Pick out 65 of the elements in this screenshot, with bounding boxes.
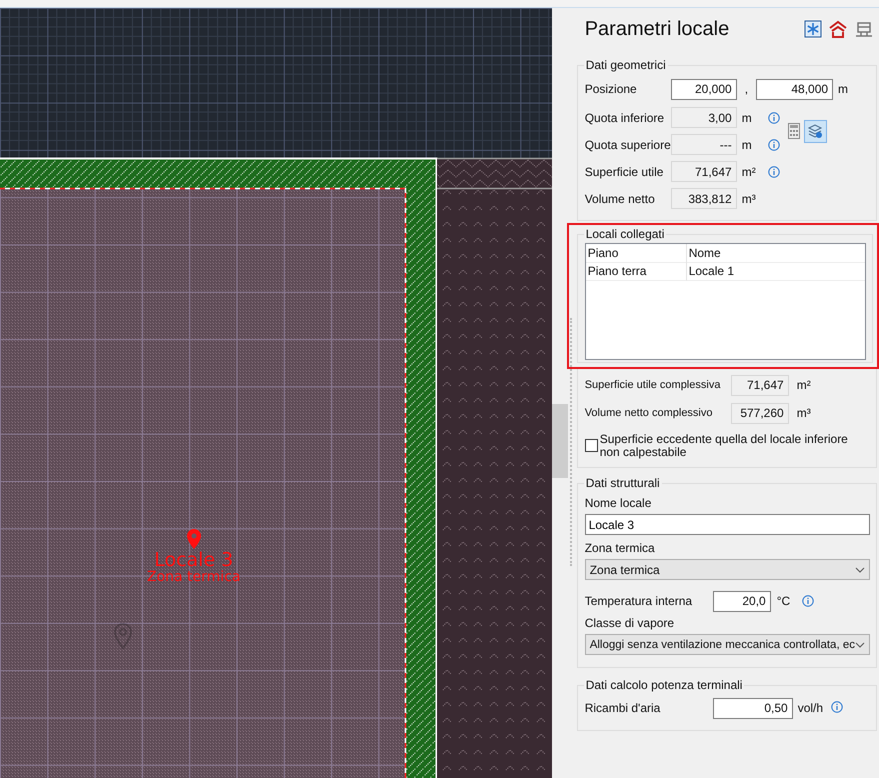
building-icon[interactable]: [854, 20, 874, 38]
unit-label: m: [742, 138, 753, 152]
unit-label: m²: [742, 164, 756, 178]
unit-label: m: [742, 110, 753, 124]
calculator-icon[interactable]: [788, 123, 800, 139]
air-changes-field[interactable]: 0,50: [712, 698, 793, 718]
room-zone: Zona termica: [147, 570, 240, 584]
field-label: Superficie utile: [584, 164, 664, 178]
layers-icon: [807, 123, 824, 139]
info-icon[interactable]: [802, 595, 814, 607]
group-title: Locali collegati: [584, 227, 666, 241]
value-field[interactable]: 71,647: [730, 374, 789, 396]
checkbox[interactable]: [584, 439, 598, 452]
group-title: Dati calcolo potenza terminali: [584, 678, 744, 692]
unit-label: m³: [796, 406, 811, 420]
group-title: Dati strutturali: [584, 476, 661, 490]
unit-label: °C: [776, 594, 790, 608]
unit-label: m²: [796, 378, 811, 392]
room-name-field[interactable]: Locale 3: [584, 514, 870, 535]
house-icon[interactable]: [828, 20, 848, 38]
position-y-field[interactable]: 48,000: [756, 78, 834, 100]
panel-title: Parametri locale: [584, 18, 730, 40]
pin-icon: [112, 623, 134, 651]
field-label: Nome locale: [584, 496, 652, 510]
table-cell: Locale 1: [686, 262, 865, 281]
field-label: Ricambi d'aria: [584, 701, 662, 715]
value-field[interactable]: 383,812: [670, 188, 737, 209]
vapour-class-dropdown[interactable]: Alloggi senza ventilazione meccanica controllata, ec: [584, 634, 870, 655]
column-header[interactable]: Piano: [586, 244, 687, 263]
scrollbar-thumb[interactable]: [552, 404, 568, 478]
map-pin-icon: [186, 529, 201, 549]
column-header[interactable]: Nome: [686, 244, 865, 263]
checkbox-label: Superficie eccedente quella del locale inferiore non calpestabile: [600, 433, 849, 459]
chevron-down-icon: [855, 642, 865, 648]
field-label: Superficie utile complessiva: [584, 379, 722, 391]
chevron-down-icon: [855, 566, 865, 572]
table-cell: Piano terra: [586, 262, 687, 281]
splitter-grip[interactable]: [570, 318, 573, 566]
room-name: Locale 3: [154, 551, 234, 570]
thermal-zone-dropdown[interactable]: Zona termica: [584, 559, 870, 580]
position-x-field[interactable]: 20,000: [670, 78, 737, 100]
info-icon[interactable]: [768, 138, 780, 150]
value-field[interactable]: ---: [670, 134, 737, 155]
info-icon[interactable]: [768, 112, 780, 124]
field-label: Volume netto: [584, 192, 656, 206]
value-field[interactable]: 71,647: [670, 161, 737, 182]
separator: ,: [744, 82, 748, 96]
unit-label: m³: [742, 192, 756, 206]
info-icon[interactable]: [831, 700, 844, 712]
info-icon[interactable]: [768, 166, 780, 178]
layers-button[interactable]: [804, 120, 827, 142]
unit-label: m: [838, 82, 848, 96]
field-label: Quota superiore: [584, 138, 671, 152]
snowflake-icon[interactable]: [804, 20, 822, 38]
temperature-field[interactable]: 20,0: [712, 590, 771, 612]
group-title: Dati geometrici: [584, 58, 667, 72]
field-label: Posizione: [584, 82, 638, 96]
field-label: Volume netto complessivo: [584, 407, 714, 419]
value-field[interactable]: 577,260: [730, 402, 789, 424]
unit-label: vol/h: [798, 701, 824, 715]
field-label: Classe di vapore: [584, 616, 676, 630]
field-label: Temperatura interna: [584, 594, 694, 608]
value-field[interactable]: 3,00: [670, 107, 737, 128]
field-label: Quota inferiore: [584, 110, 666, 124]
field-label: Zona termica: [584, 541, 656, 555]
